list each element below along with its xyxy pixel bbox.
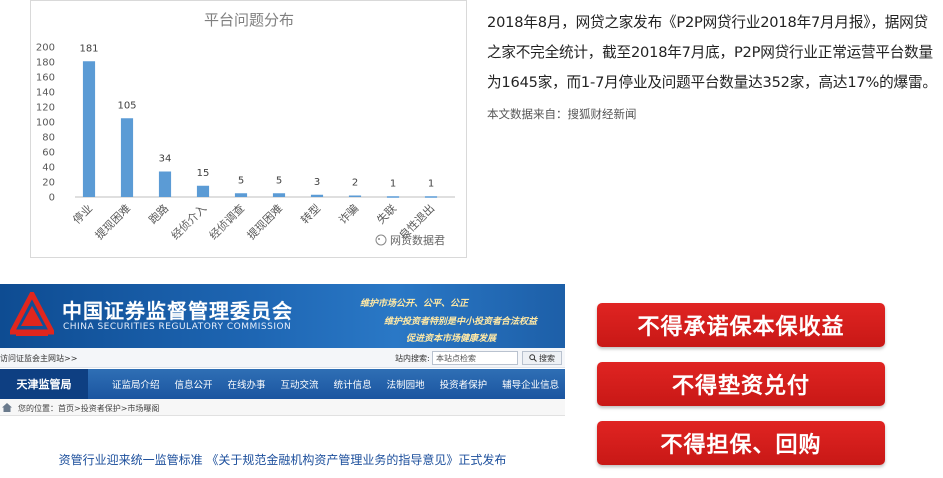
- nav-item-investor[interactable]: 投资者保护: [440, 377, 488, 391]
- chart-panel: 平台问题分布 0 20 40 60 80 100 120 140 160 180 200 181 10…: [30, 0, 467, 258]
- bar: [424, 196, 438, 198]
- data-label: 34: [159, 154, 172, 165]
- search-label: 站内搜索:: [395, 354, 430, 363]
- breadcrumb-text: 您的位置：首页>投资者保护>市场曝阁: [18, 404, 160, 413]
- y-tick-label: 200: [36, 43, 55, 54]
- bar: [348, 195, 362, 197]
- bar-chart: 平台问题分布 0 20 40 60 80 100 120 140 160 180 200 181 10…: [36, 11, 455, 247]
- utility-bar: 访问证监会主网站>> 站内搜索: 搜索: [0, 348, 565, 368]
- nav-item-tutoring[interactable]: 辅导企业信息: [502, 377, 559, 391]
- data-label: 105: [117, 100, 136, 111]
- csrc-header: 中国证券监督管理委员会 CHINA SECURITIES REGULATORY …: [0, 284, 565, 348]
- search-icon: [529, 354, 537, 362]
- bar: [272, 193, 286, 197]
- x-tick-label: 失联: [374, 202, 399, 227]
- search-button[interactable]: 搜索: [522, 351, 562, 365]
- article-headline[interactable]: 资管行业迎来统一监管标准 《关于规范金融机构资产管理业务的指导意见》正式发布: [0, 450, 565, 478]
- y-tick-label: 140: [36, 88, 55, 99]
- data-label: 1: [428, 178, 434, 189]
- nav-item-interact[interactable]: 互动交流: [281, 377, 319, 391]
- breadcrumb: 您的位置：首页>投资者保护>市场曝阁: [0, 399, 565, 416]
- x-tick-label: 诈骗: [336, 201, 361, 226]
- rule-banner-no-guarantee-buyback: 不得担保、回购: [597, 421, 885, 465]
- x-tick-label: 跑路: [146, 201, 171, 226]
- data-label: 1: [390, 178, 396, 189]
- rule-banner-no-guaranteed-return: 不得承诺保本保收益: [597, 303, 885, 347]
- nav-item-online[interactable]: 在线办事: [228, 377, 266, 391]
- main-nav: 天津监管局 证监局介绍 信息公开 在线办事 互动交流 统计信息 法制园地 投资者…: [0, 369, 565, 399]
- slogan-line: 维护投资者特别是中小投资者合法权益: [384, 317, 538, 327]
- csrc-name-en: CHINA SECURITIES REGULATORY COMMISSION: [63, 322, 292, 332]
- bar: [158, 171, 172, 197]
- rule-banner-no-advance-payment: 不得垫资兑付: [597, 362, 885, 406]
- watermark: 网贷数据君: [375, 233, 445, 247]
- y-tick-label: 20: [42, 178, 55, 189]
- main-site-link[interactable]: 访问证监会主网站>>: [0, 353, 77, 364]
- data-label: 5: [276, 175, 282, 186]
- x-tick-label: 提现困难: [245, 202, 285, 242]
- article-paragraph: 2018年8月，网贷之家发布《P2P网贷行业2018年7月月报》，据网贷之家不完…: [487, 14, 937, 91]
- bar: [386, 196, 400, 198]
- nav-bureau[interactable]: 天津监管局: [0, 369, 88, 399]
- y-tick-label: 0: [49, 193, 55, 204]
- watermark-icon-eye: [378, 238, 380, 240]
- search-button-label: 搜索: [539, 353, 555, 363]
- nav-item-info[interactable]: 信息公开: [175, 377, 213, 391]
- watermark-text: 网贷数据君: [390, 233, 445, 247]
- x-tick-label: 转型: [298, 201, 323, 226]
- data-label: 15: [197, 168, 210, 179]
- data-label: 2: [352, 178, 358, 189]
- data-label: 5: [238, 175, 244, 186]
- x-tick-label: 提现困难: [93, 202, 133, 242]
- bar: [120, 118, 134, 197]
- slogan-line: 维护市场公开、公平、公正: [360, 299, 469, 309]
- y-tick-label: 180: [36, 58, 55, 69]
- x-tick-label: 经侦介入: [169, 202, 209, 242]
- nav-item-intro[interactable]: 证监局介绍: [112, 377, 160, 391]
- page-root: 平台问题分布 0 20 40 60 80 100 120 140 160 180 200 181 10…: [0, 0, 943, 478]
- data-label: 3: [314, 177, 320, 188]
- csrc-name-cn: 中国证券监督管理委员会: [62, 299, 293, 323]
- bar: [310, 194, 324, 197]
- home-icon[interactable]: [2, 403, 12, 412]
- x-tick-label: 停业: [70, 201, 95, 226]
- search-input[interactable]: [432, 351, 518, 365]
- y-tick-label: 60: [42, 148, 55, 159]
- csrc-logo-icon: [10, 292, 54, 336]
- nav-item-law[interactable]: 法制园地: [387, 377, 425, 391]
- nav-items: 证监局介绍 信息公开 在线办事 互动交流 统计信息 法制园地 投资者保护 辅导企…: [112, 369, 565, 399]
- bar: [234, 193, 248, 197]
- bar: [82, 61, 96, 197]
- y-tick-label: 80: [42, 133, 55, 144]
- y-tick-label: 40: [42, 163, 55, 174]
- bar: [196, 185, 210, 197]
- article-source: 本文数据来自：搜狐财经新闻: [487, 107, 637, 121]
- csrc-website: 中国证券监督管理委员会 CHINA SECURITIES REGULATORY …: [0, 284, 565, 478]
- y-tick-label: 160: [36, 73, 55, 84]
- slogan-line: 促进资本市场健康发展: [406, 334, 497, 344]
- watermark-icon: [375, 234, 387, 246]
- x-tick-label: 经侦调查: [206, 201, 247, 242]
- data-label: 181: [79, 43, 98, 54]
- chart-title: 平台问题分布: [204, 11, 294, 29]
- nav-item-stats[interactable]: 统计信息: [334, 377, 372, 391]
- article: 2018年8月，网贷之家发布《P2P网贷行业2018年7月月报》，据网贷之家不完…: [487, 8, 939, 122]
- y-tick-label: 120: [36, 103, 55, 114]
- y-tick-label: 100: [36, 118, 55, 129]
